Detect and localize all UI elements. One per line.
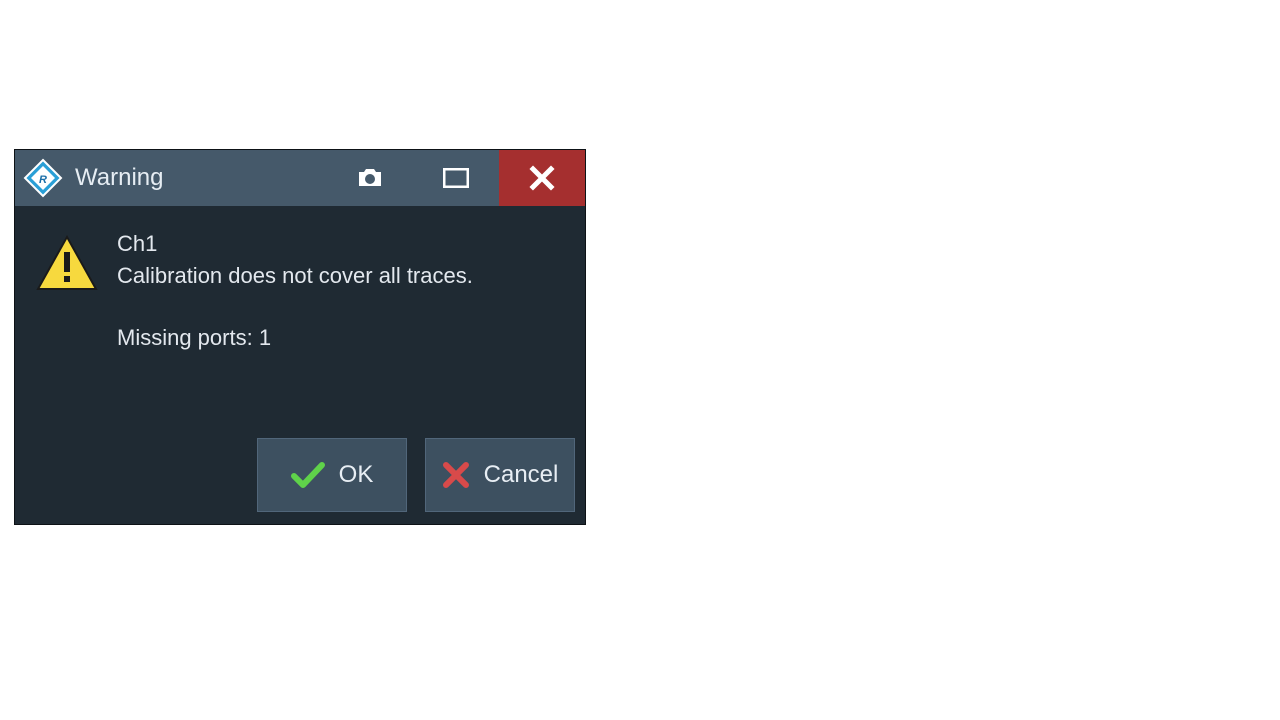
brand-logo-icon: R — [23, 158, 63, 198]
message-channel: Ch1 — [117, 228, 473, 260]
maximize-button[interactable] — [413, 150, 499, 206]
dialog-title: Warning — [75, 164, 163, 192]
message-block: Ch1 Calibration does not cover all trace… — [117, 228, 473, 414]
screenshot-button[interactable] — [327, 150, 413, 206]
cancel-x-icon — [442, 461, 470, 489]
svg-text:R: R — [39, 174, 47, 186]
close-button[interactable] — [499, 150, 585, 206]
message-line1: Calibration does not cover all traces. — [117, 260, 473, 292]
cancel-button[interactable]: Cancel — [425, 438, 575, 512]
check-icon — [291, 461, 325, 489]
close-icon — [529, 165, 555, 191]
warning-icon — [35, 228, 99, 414]
ok-label: OK — [339, 461, 374, 489]
message-line2: Missing ports: 1 — [117, 322, 473, 354]
window-icon — [443, 168, 469, 188]
warning-dialog: R Warning — [15, 150, 585, 524]
cancel-label: Cancel — [484, 461, 559, 489]
titlebar-left: R Warning — [15, 150, 327, 206]
titlebar: R Warning — [15, 150, 585, 206]
titlebar-buttons — [327, 150, 585, 206]
dialog-footer: OK Cancel — [15, 428, 585, 524]
dialog-body: Ch1 Calibration does not cover all trace… — [15, 206, 585, 428]
camera-icon — [356, 167, 384, 189]
ok-button[interactable]: OK — [257, 438, 407, 512]
